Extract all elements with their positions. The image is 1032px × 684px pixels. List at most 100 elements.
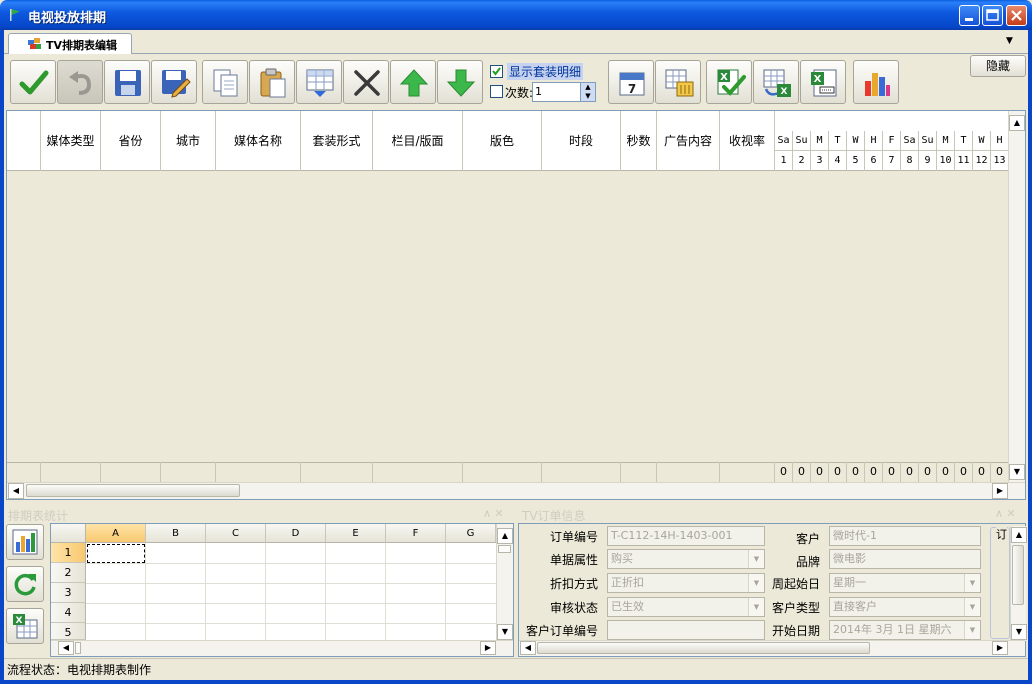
sheet-col-header[interactable]: G: [446, 524, 496, 543]
undo-button[interactable]: [57, 60, 103, 104]
sheet-row-header[interactable]: 1: [51, 543, 86, 563]
col-province[interactable]: 省份: [101, 111, 161, 171]
scroll-down-icon[interactable]: ▼: [1009, 464, 1025, 480]
show-detail-checkbox[interactable]: [490, 65, 503, 78]
sheet-hscroll-thumb[interactable]: [75, 642, 81, 654]
day-weekday-header[interactable]: F: [883, 131, 901, 151]
stats-chart-button[interactable]: [6, 524, 44, 560]
col-program-section[interactable]: 栏目/版面: [373, 111, 463, 171]
customer-field[interactable]: 微时代-1: [829, 526, 981, 546]
bar-chart-button[interactable]: [853, 60, 899, 104]
day-weekday-header[interactable]: Su: [919, 131, 937, 151]
times-spinner[interactable]: ▲ ▼: [580, 83, 595, 101]
day-number-header[interactable]: 12: [973, 151, 991, 171]
col-seconds[interactable]: 秒数: [621, 111, 657, 171]
excel-sheet-button[interactable]: X: [800, 60, 846, 104]
calendar-table-button[interactable]: [655, 60, 701, 104]
excel-export-button[interactable]: X: [753, 60, 799, 104]
form-vscroll-thumb[interactable]: [1012, 545, 1024, 605]
day-number-header[interactable]: 3: [811, 151, 829, 171]
copy-button[interactable]: [202, 60, 248, 104]
day-number-header[interactable]: 10: [937, 151, 955, 171]
sheet-vscroll-thumb[interactable]: [498, 545, 511, 553]
scroll-down-icon[interactable]: ▼: [1011, 624, 1027, 640]
day-weekday-header[interactable]: W: [847, 131, 865, 151]
col-city[interactable]: 城市: [161, 111, 216, 171]
minimize-button[interactable]: [959, 5, 980, 26]
col-package-form[interactable]: 套装形式: [301, 111, 373, 171]
discount-select[interactable]: 正折扣 ▼: [607, 573, 765, 593]
show-detail-label[interactable]: 显示套装明细: [507, 63, 584, 80]
start-date-picker[interactable]: 2014年 3月 1日 星期六 ▼: [829, 620, 981, 640]
audit-select[interactable]: 已生效 ▼: [607, 597, 765, 617]
grid-hscroll-thumb[interactable]: [26, 484, 240, 497]
col-time-slot[interactable]: 时段: [542, 111, 621, 171]
chevron-down-icon[interactable]: ▼: [964, 598, 980, 616]
active-cell-a1[interactable]: [87, 544, 145, 563]
stats-panel-controls[interactable]: ∧ ✕: [483, 507, 504, 520]
scroll-up-icon[interactable]: ▲: [1009, 115, 1025, 131]
day-number-header[interactable]: 5: [847, 151, 865, 171]
day-number-header[interactable]: 8: [901, 151, 919, 171]
cust-order-field[interactable]: [607, 620, 765, 640]
sheet-row-header[interactable]: 2: [51, 563, 86, 583]
sheet-col-header[interactable]: B: [146, 524, 206, 543]
col-media-name[interactable]: 媒体名称: [216, 111, 301, 171]
week-start-select[interactable]: 星期一 ▼: [829, 573, 981, 593]
tab-menu-chevron-icon[interactable]: ▼: [1006, 36, 1013, 46]
brand-field[interactable]: 微电影: [829, 549, 981, 569]
insert-rows-button[interactable]: [296, 60, 342, 104]
col-media-type[interactable]: 媒体类型: [41, 111, 101, 171]
move-down-button[interactable]: [437, 60, 483, 104]
col-color[interactable]: 版色: [463, 111, 542, 171]
sheet-col-header[interactable]: A: [86, 524, 146, 543]
chevron-down-icon[interactable]: ▼: [964, 574, 980, 592]
col-ad-content[interactable]: 广告内容: [657, 111, 720, 171]
day-weekday-header[interactable]: H: [865, 131, 883, 151]
sheet-corner[interactable]: [51, 524, 86, 543]
cust-type-select[interactable]: 直接客户 ▼: [829, 597, 981, 617]
grid-vertical-scrollbar[interactable]: [1008, 111, 1025, 482]
order-panel-controls[interactable]: ∧ ✕: [995, 507, 1016, 520]
sheet-row-header[interactable]: 4: [51, 603, 86, 623]
scroll-down-icon[interactable]: ▼: [497, 624, 513, 640]
day-weekday-header[interactable]: Su: [793, 131, 811, 151]
day-weekday-header[interactable]: M: [937, 131, 955, 151]
day-number-header[interactable]: 7: [883, 151, 901, 171]
day-number-header[interactable]: 2: [793, 151, 811, 171]
col-rating[interactable]: 收视率: [720, 111, 775, 171]
scroll-left-icon[interactable]: ◀: [58, 641, 74, 655]
save-as-button[interactable]: [151, 60, 197, 104]
scroll-right-icon[interactable]: ▶: [992, 641, 1008, 655]
day-number-header[interactable]: 9: [919, 151, 937, 171]
excel-check-button[interactable]: X: [706, 60, 752, 104]
scroll-up-icon[interactable]: ▲: [497, 528, 513, 544]
day-number-header[interactable]: 1: [775, 151, 793, 171]
sheet-col-header[interactable]: E: [326, 524, 386, 543]
day-number-header[interactable]: 4: [829, 151, 847, 171]
form-hscroll-thumb[interactable]: [537, 642, 870, 654]
order-no-field[interactable]: T-C112-14H-1403-001: [607, 526, 765, 546]
sheet-row-header[interactable]: 5: [51, 623, 86, 640]
sheet-horizontal-scrollbar[interactable]: [51, 640, 513, 656]
delete-button[interactable]: [343, 60, 389, 104]
day-number-header[interactable]: 6: [865, 151, 883, 171]
scroll-left-icon[interactable]: ◀: [8, 483, 24, 499]
scroll-right-icon[interactable]: ▶: [992, 483, 1008, 499]
times-checkbox[interactable]: [490, 85, 503, 98]
sheet-col-header[interactable]: F: [386, 524, 446, 543]
chevron-down-icon[interactable]: ▼: [964, 621, 980, 639]
day-weekday-header[interactable]: T: [955, 131, 973, 151]
hide-button[interactable]: 隐藏: [970, 55, 1026, 77]
day-weekday-header[interactable]: H: [991, 131, 1009, 151]
title-bar[interactable]: [0, 0, 1032, 30]
chevron-down-icon[interactable]: ▼: [748, 550, 764, 568]
day-weekday-header[interactable]: M: [811, 131, 829, 151]
scroll-up-icon[interactable]: ▲: [1011, 527, 1027, 543]
sheet-col-header[interactable]: D: [266, 524, 326, 543]
close-button[interactable]: [1006, 5, 1027, 26]
refresh-button[interactable]: [6, 566, 44, 602]
sheet-col-header[interactable]: C: [206, 524, 266, 543]
move-up-button[interactable]: [390, 60, 436, 104]
excel-grid-button[interactable]: X: [6, 608, 44, 644]
